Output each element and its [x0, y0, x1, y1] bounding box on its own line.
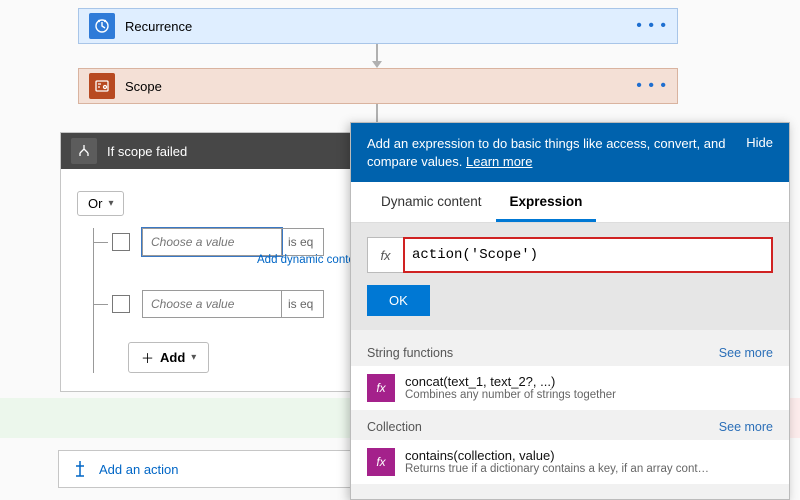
expression-popup: Add an expression to do basic things lik…: [350, 122, 790, 500]
operator-select[interactable]: is eq: [282, 290, 324, 318]
fx-icon: fx: [367, 374, 395, 402]
group-operator-label: Or: [88, 196, 102, 211]
function-item[interactable]: fx contains(collection, value) Returns t…: [351, 440, 789, 484]
learn-more-link[interactable]: Learn more: [466, 154, 532, 169]
operator-select[interactable]: is eq: [282, 228, 324, 256]
add-label: Add: [160, 350, 185, 365]
section-title: String functions: [367, 346, 453, 360]
fx-icon: fx: [368, 238, 404, 272]
add-action-icon: [71, 460, 89, 478]
more-icon[interactable]: • • •: [636, 17, 667, 35]
see-more-link[interactable]: See more: [719, 420, 773, 434]
clock-icon: [89, 13, 115, 39]
connector-arrow: [376, 104, 378, 124]
function-item[interactable]: fx concat(text_1, text_2?, ...) Combines…: [351, 366, 789, 410]
group-operator-select[interactable]: Or ▾: [77, 191, 124, 216]
function-description: Combines any number of strings together: [405, 389, 616, 401]
hide-button[interactable]: Hide: [746, 135, 773, 170]
fx-icon: fx: [367, 448, 395, 476]
section-title: Collection: [367, 420, 422, 434]
scope-card[interactable]: Scope • • •: [78, 68, 678, 104]
tab-dynamic-content[interactable]: Dynamic content: [367, 182, 496, 222]
scope-title: Scope: [125, 79, 636, 94]
function-signature: contains(collection, value): [405, 448, 709, 463]
branch-icon: [71, 138, 97, 164]
recurrence-card[interactable]: Recurrence • • •: [78, 8, 678, 44]
popup-header-text: Add an expression to do basic things lik…: [367, 136, 725, 169]
value-input[interactable]: [142, 228, 282, 256]
chevron-down-icon: ▾: [191, 352, 196, 363]
expression-input[interactable]: [404, 238, 772, 272]
popup-header: Add an expression to do basic things lik…: [351, 123, 789, 182]
function-description: Returns true if a dictionary contains a …: [405, 463, 709, 475]
row-checkbox[interactable]: [112, 295, 130, 313]
recurrence-title: Recurrence: [125, 19, 636, 34]
add-action-label: Add an action: [99, 462, 179, 477]
chevron-down-icon: ▾: [108, 198, 113, 209]
plus-icon: ＋: [141, 348, 154, 367]
connector-arrow: [376, 44, 378, 62]
function-signature: concat(text_1, text_2?, ...): [405, 374, 616, 389]
dynamic-link-label: Add dynamic content: [257, 254, 364, 266]
scope-icon: [89, 73, 115, 99]
more-icon[interactable]: • • •: [636, 77, 667, 95]
row-checkbox[interactable]: [112, 233, 130, 251]
add-row-button[interactable]: ＋ Add ▾: [128, 342, 209, 373]
value-input[interactable]: [142, 290, 282, 318]
tab-expression[interactable]: Expression: [496, 182, 597, 222]
see-more-link[interactable]: See more: [719, 346, 773, 360]
condition-title: If scope failed: [107, 144, 187, 159]
popup-tabs: Dynamic content Expression: [351, 182, 789, 223]
true-branch-bar: [0, 398, 390, 438]
add-action-button[interactable]: Add an action: [58, 450, 378, 488]
ok-button[interactable]: OK: [367, 285, 430, 316]
